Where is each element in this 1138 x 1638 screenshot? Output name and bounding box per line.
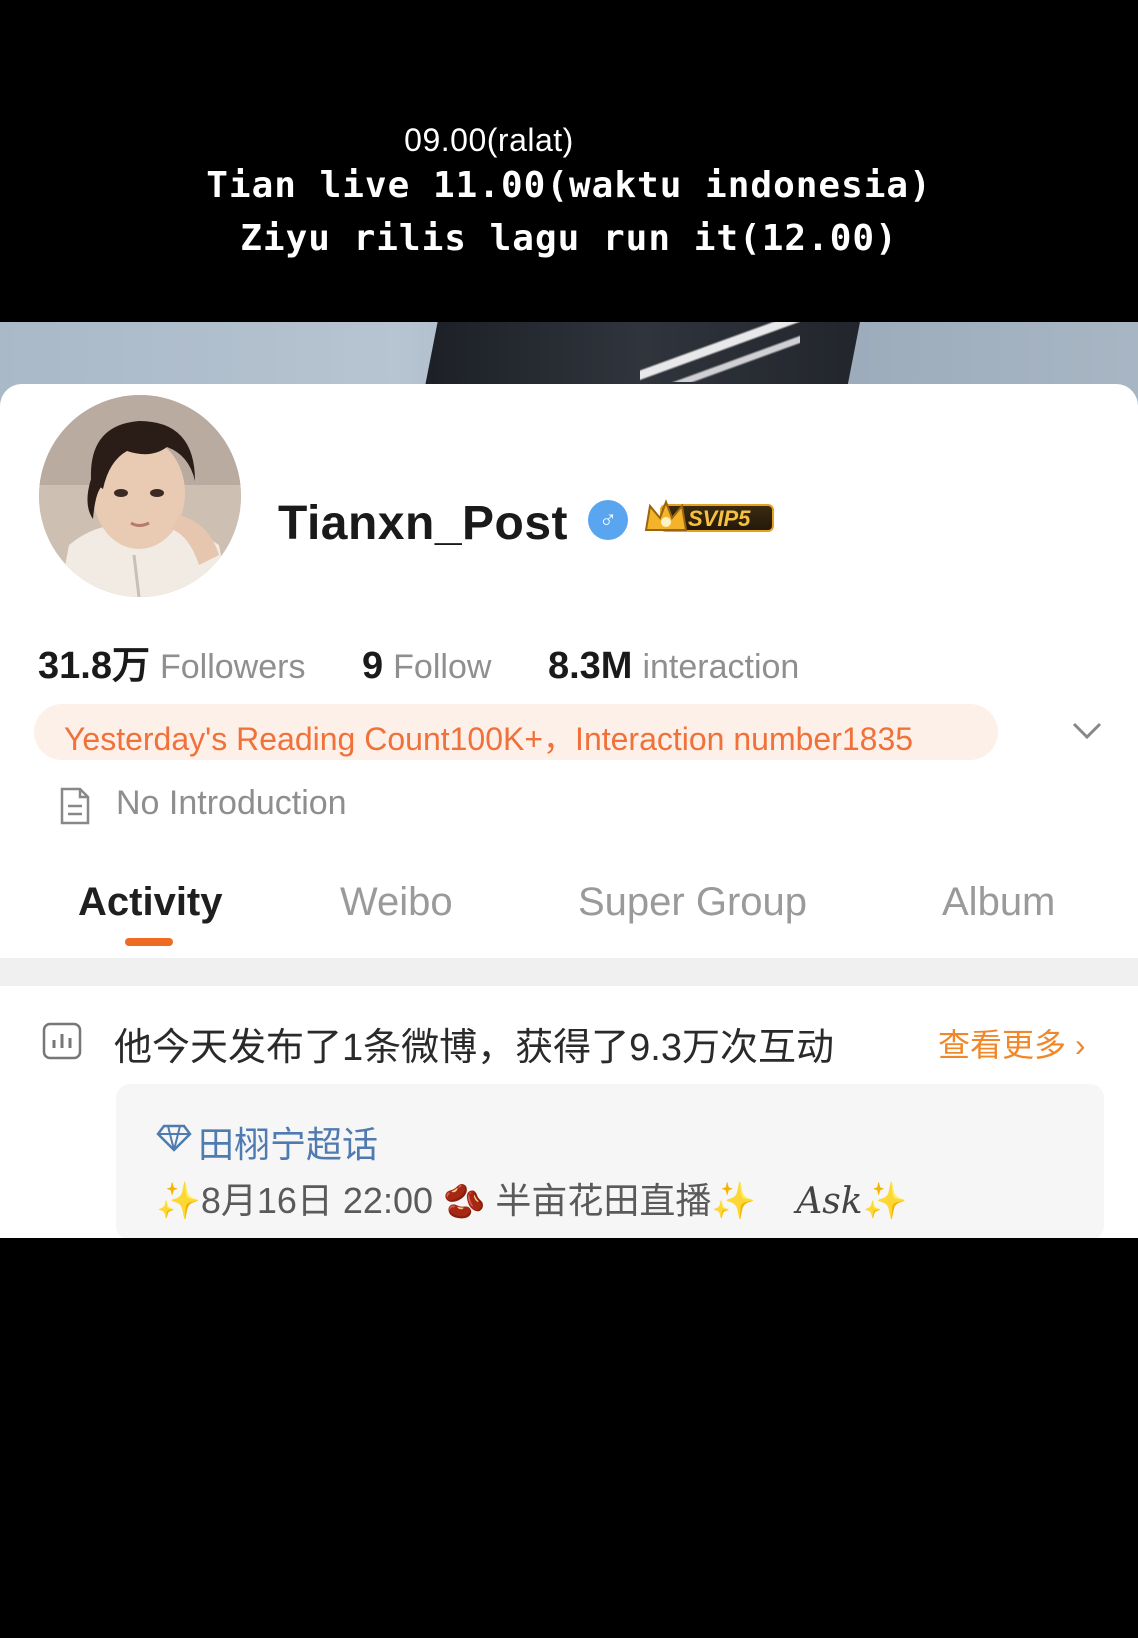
diamond-icon [156,1124,192,1152]
overlay-caption-2: Tian live 11.00(waktu indonesia) [206,165,932,206]
stat-label: interaction [642,648,800,686]
post-title: 半亩花田直播 [495,1180,712,1221]
tab-album[interactable]: Album [942,880,1055,925]
post-datetime: 8月16日 22:00 [200,1180,433,1221]
svip-label: SVIP5 [688,506,751,531]
svip-badge[interactable]: SVIP5 [642,496,776,536]
section-divider [0,958,1138,986]
profile-card: Tianxn_Post ♂ SVIP5 31.8万 Followers 9 Foll… [0,384,1138,1238]
overlay-caption-1: 09.00(ralat) [404,122,574,158]
see-more-label: 查看更多 [938,1027,1067,1063]
activity-summary-text: 他今天发布了1条微博，获得了9.3万次互动 [114,1027,834,1069]
stat-follow[interactable]: 9 Follow [362,645,491,688]
male-verified-icon: ♂ [588,500,628,540]
beans-icon: 🫘 [443,1183,486,1221]
profile-stats: 31.8万 Followers 9 Follow 8.3M interaction [38,634,845,689]
activity-summary-row: 他今天发布了1条微博，获得了9.3万次互动 查看更多 › [0,996,1138,1076]
stat-interaction[interactable]: 8.3M interaction [548,645,799,688]
tab-super-group[interactable]: Super Group [578,880,807,925]
stat-value: 8.3M [547,645,633,687]
sparkles-icon: ✨ [711,1180,757,1221]
sparkles-icon: ✨ [862,1180,908,1221]
stat-value: 9 [362,645,384,687]
crown-icon [644,499,688,531]
stat-label: Followers [159,648,306,686]
profile-screen: Tianxn_Post ♂ SVIP5 31.8万 Followers 9 Foll… [0,322,1138,1238]
stat-label: Follow [393,648,492,686]
tab-activity[interactable]: Activity [78,880,223,925]
avatar[interactable] [34,390,246,602]
username: Tianxn_Post [278,497,569,550]
reading-count-text: Yesterday's Reading Count100K+，Interacti… [64,721,914,757]
introduction-text: No Introduction [116,784,347,822]
bar-chart-icon [42,1022,82,1060]
profile-tabs: Activity Weibo Super Group Album [0,880,1138,952]
stat-followers[interactable]: 31.8万 Followers [38,634,305,689]
tab-weibo[interactable]: Weibo [340,880,453,925]
stat-value: 31.8万 [38,645,150,687]
reading-count-banner[interactable]: Yesterday's Reading Count100K+，Interacti… [34,704,998,760]
avatar-portrait [39,395,241,597]
document-icon [60,787,90,825]
active-tab-indicator [125,938,173,946]
post-ask-text: Ask [796,1181,863,1222]
sparkles-icon: ✨ [156,1180,201,1221]
banner-stripe [640,322,800,382]
see-more-link[interactable]: 查看更多 › [938,1020,1086,1066]
post-card[interactable]: 田栩宁超话 ✨8月16日 22:00 🫘 半亩花田直播✨ Ask✨ [116,1084,1104,1238]
post-text: ✨8月16日 22:00 🫘 半亩花田直播✨ Ask✨ [156,1172,907,1224]
super-group-name: 田栩宁超话 [198,1124,379,1165]
chevron-down-icon[interactable] [1070,716,1104,746]
chevron-right-icon: › [1074,1027,1086,1063]
overlay-caption-3: Ziyu rilis lagu run it(12.00) [240,218,898,259]
